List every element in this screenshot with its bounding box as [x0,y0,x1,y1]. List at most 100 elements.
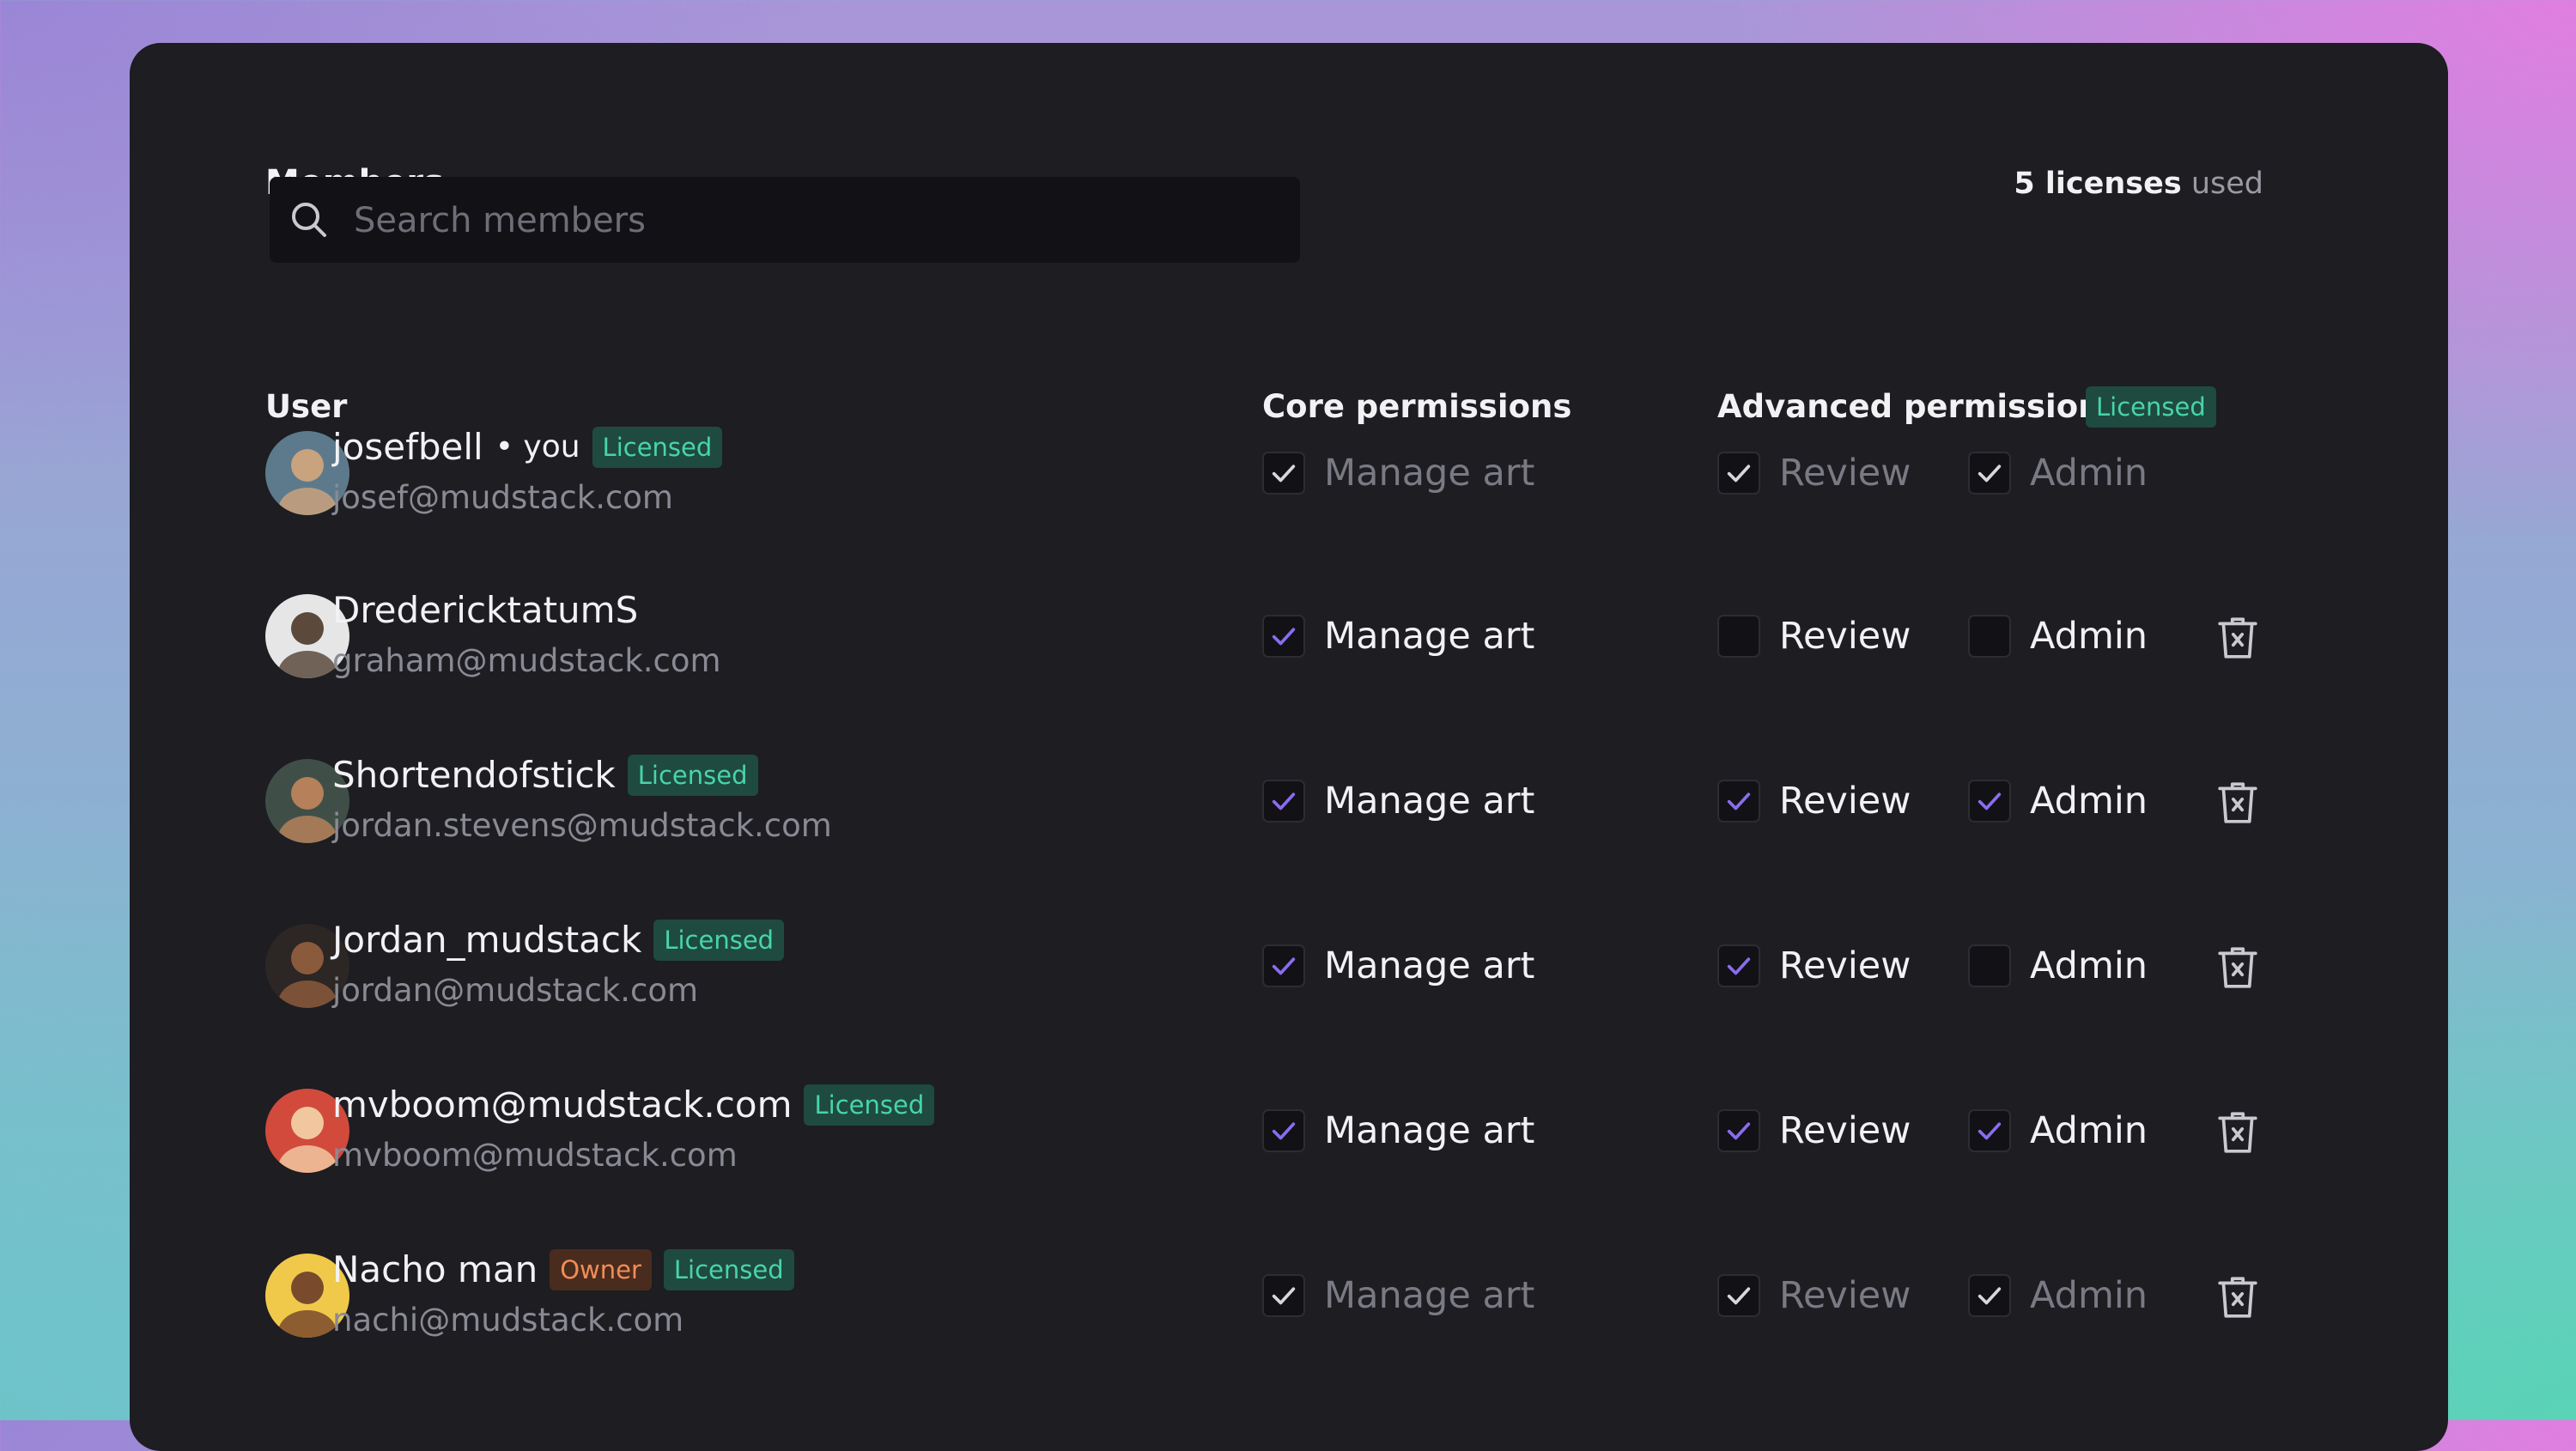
trash-icon[interactable] [2216,1109,2259,1156]
member-email: nachi@mudstack.com [332,1302,684,1339]
admin-checkbox [1968,1274,2011,1317]
admin-permission: Admin [1968,944,2148,987]
check-icon [1724,951,1753,980]
licensed-badge: Licensed [653,919,785,961]
check-icon [1975,786,2004,816]
manage-art-permission: Manage art [1262,615,1534,658]
check-icon [1975,1116,2004,1145]
check-icon [1269,1281,1298,1310]
review-permission: Review [1717,452,1911,495]
check-icon [1724,786,1753,816]
trash-icon[interactable] [2216,780,2259,826]
manage-art-permission: Manage art [1262,944,1534,987]
member-name-line: Nacho man Owner Licensed [332,1248,794,1290]
review-checkbox[interactable] [1717,615,1760,658]
member-name-line: josefbell • you Licensed [332,426,723,468]
column-header-user: User [265,388,348,425]
review-checkbox [1717,452,1760,495]
manage-art-label: Manage art [1324,780,1535,823]
manage-art-checkbox[interactable] [1262,615,1305,658]
member-name: Shortendofstick [332,754,616,796]
admin-permission: Admin [1968,780,2148,823]
licensed-badge: Licensed [592,426,723,468]
manage-art-checkbox[interactable] [1262,1109,1305,1152]
member-row: Jordan_mudstack Licensed jordan@mudstack.c… [130,919,2448,1053]
members-panel: Members 5 licenses used User Core permis… [130,43,2448,1451]
member-name-line: mvboom@mudstack.com Licensed [332,1084,935,1126]
manage-art-permission: Manage art [1262,1109,1534,1152]
check-icon [1269,951,1298,980]
manage-art-checkbox[interactable] [1262,780,1305,823]
manage-art-permission: Manage art [1262,780,1534,823]
owner-badge: Owner [550,1248,652,1290]
admin-label: Admin [2030,1109,2148,1152]
trash-icon[interactable] [2216,1274,2259,1320]
manage-art-label: Manage art [1324,944,1535,987]
trash-icon[interactable] [2216,944,2259,991]
admin-label: Admin [2030,1274,2148,1317]
check-icon [1975,1281,2004,1310]
review-label: Review [1779,1274,1911,1317]
manage-art-checkbox [1262,1274,1305,1317]
check-icon [1269,458,1298,488]
member-name-line: Shortendofstick Licensed [332,754,758,796]
review-permission: Review [1717,615,1911,658]
manage-art-label: Manage art [1324,452,1535,495]
licensed-badge: Licensed [2086,386,2216,428]
review-label: Review [1779,944,1911,987]
review-checkbox [1717,1274,1760,1317]
you-indicator: • you [495,429,580,464]
licensed-badge: Licensed [627,754,758,796]
manage-art-label: Manage art [1324,615,1535,658]
search-bar[interactable] [270,177,1300,264]
member-email: jordan.stevens@mudstack.com [332,807,832,844]
member-row: Shortendofstick Licensed jordan.stevens@mu… [130,754,2448,888]
check-icon [1975,458,2004,488]
member-name: josefbell [332,426,483,468]
review-permission: Review [1717,944,1911,987]
manage-art-checkbox[interactable] [1262,944,1305,987]
review-checkbox[interactable] [1717,780,1760,823]
column-header-advanced: Advanced permissions [1717,388,2120,425]
review-permission: Review [1717,780,1911,823]
admin-permission: Admin [1968,1109,2148,1152]
admin-permission: Admin [1968,452,2148,495]
member-row: mvboom@mudstack.com Licensed mvboom@mudsta… [130,1084,2448,1217]
review-checkbox[interactable] [1717,944,1760,987]
review-permission: Review [1717,1274,1911,1317]
license-suffix: used [2190,167,2263,201]
admin-label: Admin [2030,452,2148,495]
member-name-line: DredericktatumS [332,589,638,631]
check-icon [1724,1281,1753,1310]
admin-label: Admin [2030,780,2148,823]
member-name-line: Jordan_mudstack Licensed [332,919,785,961]
admin-permission: Admin [1968,615,2148,658]
review-checkbox[interactable] [1717,1109,1760,1152]
member-name: Nacho man [332,1248,538,1290]
license-usage: 5 licenses used [2014,167,2263,201]
admin-checkbox[interactable] [1968,944,2011,987]
admin-checkbox[interactable] [1968,615,2011,658]
review-label: Review [1779,1109,1911,1152]
admin-checkbox[interactable] [1968,1109,2011,1152]
check-icon [1269,786,1298,816]
admin-label: Admin [2030,944,2148,987]
search-icon [292,203,326,237]
trash-icon[interactable] [2216,615,2259,661]
member-name: mvboom@mudstack.com [332,1084,793,1126]
member-email: josef@mudstack.com [332,479,673,516]
column-header-core: Core permissions [1262,388,1572,425]
member-email: graham@mudstack.com [332,642,721,679]
member-row: Nacho man Owner Licensed nachi@mudstack.com… [130,1248,2448,1382]
admin-checkbox[interactable] [1968,780,2011,823]
search-input[interactable] [352,177,1283,264]
admin-label: Admin [2030,615,2148,658]
member-name: Jordan_mudstack [332,919,642,961]
review-permission: Review [1717,1109,1911,1152]
license-count: 5 licenses [2014,167,2182,201]
licensed-badge: Licensed [804,1084,935,1126]
member-email: jordan@mudstack.com [332,972,699,1009]
review-label: Review [1779,780,1911,823]
check-icon [1269,622,1298,651]
admin-checkbox [1968,452,2011,495]
